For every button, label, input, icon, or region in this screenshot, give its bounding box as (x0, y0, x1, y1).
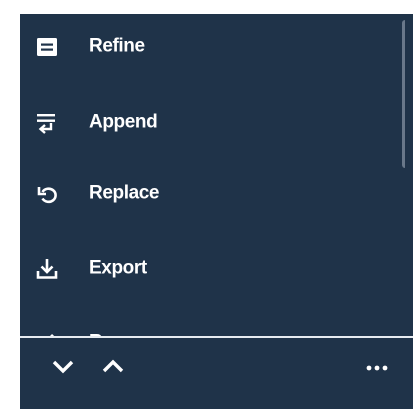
menu-item-label: Export (89, 257, 147, 279)
scrollbar-thumb[interactable] (402, 20, 405, 168)
append-icon (37, 114, 55, 134)
menu-item-label: Replace (89, 182, 160, 204)
menu-item-label: Append (89, 111, 158, 133)
menu-item-label: Refine (89, 35, 145, 57)
chevron-up-icon[interactable] (99, 352, 127, 380)
menu-scrollbar[interactable] (400, 14, 405, 336)
menu-item-replace[interactable]: Replace (20, 164, 398, 224)
menu-item-rename[interactable]: R (20, 313, 398, 336)
more-horizontal-icon[interactable] (357, 352, 397, 380)
chevron-down-icon[interactable] (49, 352, 77, 380)
refine-icon (37, 38, 57, 56)
action-menu-panel: Refine Append Replace Export (20, 14, 413, 409)
export-icon (36, 259, 58, 279)
menu-footer (20, 338, 413, 409)
replace-icon (37, 187, 57, 204)
menu-list: Refine Append Replace Export (20, 14, 405, 336)
menu-item-append[interactable]: Append (20, 93, 398, 153)
menu-item-export[interactable]: Export (20, 239, 398, 299)
menu-item-refine[interactable]: Refine (20, 17, 398, 77)
